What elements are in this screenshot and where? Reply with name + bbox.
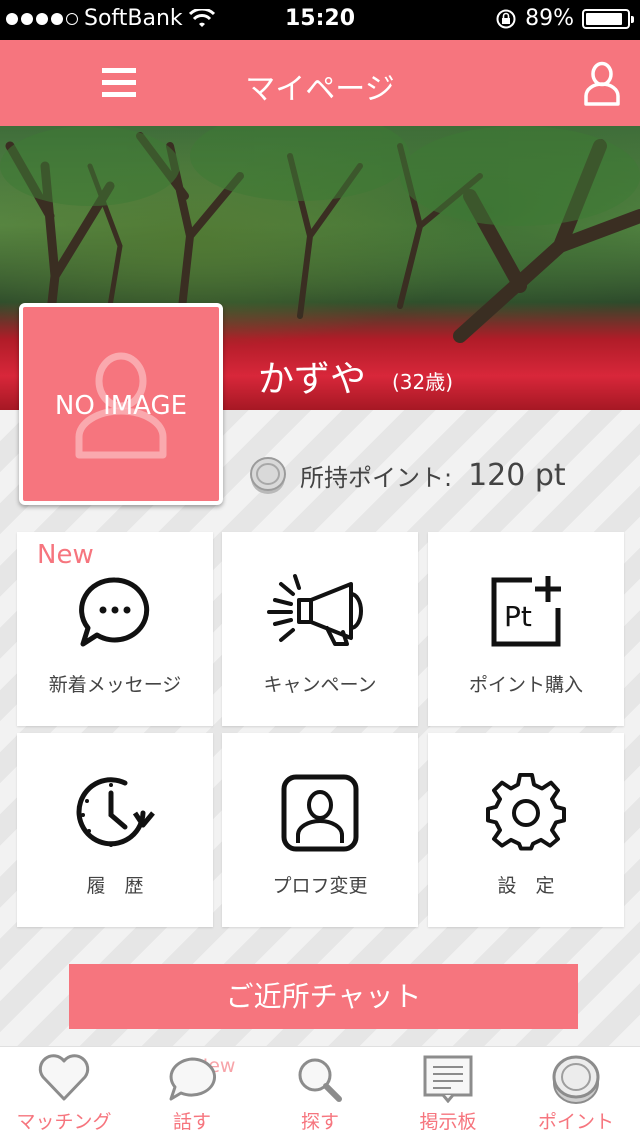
user-icon[interactable] — [582, 60, 622, 106]
tab-matching[interactable]: マッチング — [0, 1047, 128, 1136]
tile-label: ポイント購入 — [468, 674, 583, 696]
tile-label: 設 定 — [497, 875, 555, 897]
avatar-placeholder-text: NO IMAGE — [54, 391, 188, 421]
gear-icon — [486, 773, 566, 851]
app-header: マイページ — [0, 40, 640, 126]
heart-icon — [38, 1054, 90, 1101]
tile-buy-points[interactable]: Pt ポイント購入 — [428, 532, 624, 726]
tile-profile-edit[interactable]: プロフ変更 — [222, 733, 418, 927]
tab-label: マッチング — [16, 1111, 112, 1133]
tab-points[interactable]: ポイント — [512, 1047, 640, 1136]
svg-text:Pt: Pt — [504, 600, 532, 633]
neighborhood-chat-button[interactable]: ご近所チャット — [69, 964, 578, 1029]
board-icon — [423, 1055, 473, 1103]
points-value: 120 pt — [468, 457, 566, 493]
profile-name: かずや — [258, 359, 367, 400]
points-summary: 所持ポイント: 120 pt — [248, 454, 566, 496]
megaphone-icon — [267, 574, 363, 646]
tile-label: 新着メッセージ — [48, 674, 182, 696]
content-area — [0, 410, 640, 1046]
tile-label: 履 歴 — [86, 875, 144, 897]
search-icon — [298, 1058, 342, 1102]
points-label: 所持ポイント: — [300, 463, 453, 492]
tab-label: ポイント — [537, 1111, 614, 1133]
battery-icon — [582, 8, 634, 29]
tab-label: 探す — [300, 1111, 339, 1133]
avatar[interactable]: NO IMAGE — [19, 303, 223, 505]
battery-percent: 89% — [525, 6, 574, 31]
status-bar: SoftBank 15:20 89% — [0, 0, 640, 40]
tab-search[interactable]: 探す — [256, 1047, 384, 1136]
tile-history[interactable]: 履 歴 — [17, 733, 213, 927]
coin-icon — [552, 1055, 600, 1104]
status-right: 89% — [495, 6, 634, 31]
tile-campaign[interactable]: キャンペーン — [222, 532, 418, 726]
tile-label: キャンペーン — [263, 674, 377, 696]
coin-icon — [250, 457, 286, 494]
tile-new-messages[interactable]: New 新着メッセージ — [17, 532, 213, 726]
speech-bubble-icon — [169, 1057, 217, 1101]
chat-bubble-icon — [79, 577, 150, 647]
bottom-tab-bar: マッチング New 話す 探す 掲示板 ポイント — [0, 1046, 640, 1136]
tile-label: プロフ変更 — [272, 875, 368, 897]
page-title: マイページ — [245, 72, 395, 107]
tab-talk[interactable]: New 話す — [128, 1047, 256, 1136]
profile-age: (32歳) — [392, 370, 454, 394]
new-badge: New — [37, 540, 94, 570]
rotation-lock-icon — [496, 9, 516, 28]
tile-settings[interactable]: 設 定 — [428, 733, 624, 927]
tab-label: 話す — [172, 1111, 211, 1133]
history-clock-icon — [76, 777, 155, 847]
tab-label: 掲示板 — [419, 1111, 477, 1133]
points-plus-icon: Pt — [491, 576, 561, 647]
tab-board[interactable]: 掲示板 — [384, 1047, 512, 1136]
profile-icon — [281, 774, 359, 852]
